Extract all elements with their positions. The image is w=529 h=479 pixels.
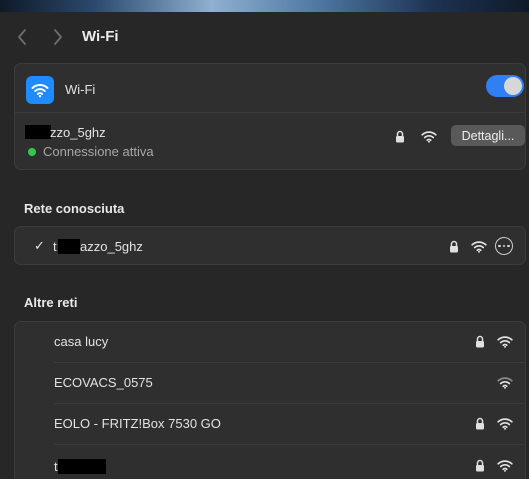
forward-button[interactable] — [48, 26, 68, 48]
redacted-known-network — [58, 239, 80, 254]
desktop-wallpaper — [0, 0, 529, 12]
wifi-signal-icon — [495, 415, 515, 431]
wifi-app-icon — [26, 76, 54, 104]
network-name[interactable]: casa lucy — [54, 334, 108, 349]
more-options-icon[interactable] — [495, 237, 513, 255]
known-network-name[interactable]: azzo_5ghz — [80, 239, 143, 254]
lock-icon — [393, 128, 407, 144]
titlebar: Wi-Fi — [0, 12, 529, 62]
connection-status: Connessione attiva — [43, 144, 154, 159]
known-network-prefix: t — [53, 239, 57, 254]
wifi-signal-icon — [469, 238, 489, 254]
details-button[interactable]: Dettagli... — [451, 125, 525, 146]
chevron-right-icon — [54, 29, 62, 45]
redacted-network-name — [58, 459, 106, 474]
back-button[interactable] — [12, 26, 32, 48]
wifi-signal-icon — [495, 333, 515, 349]
current-network-name: zzo_5ghz — [50, 125, 106, 140]
wifi-signal-icon — [495, 457, 515, 473]
row-divider — [54, 444, 525, 445]
page-title: Wi-Fi — [82, 28, 119, 45]
lock-icon — [473, 415, 487, 431]
lock-icon — [447, 238, 461, 254]
wifi-signal-icon — [419, 128, 439, 144]
redacted-network-prefix — [25, 125, 51, 139]
other-networks-heading: Altre reti — [24, 295, 78, 310]
known-networks-heading: Rete conosciuta — [24, 201, 125, 216]
lock-icon — [473, 333, 487, 349]
card-divider — [15, 112, 525, 113]
row-divider — [54, 403, 525, 404]
known-networks-card: ✓ t azzo_5ghz — [14, 226, 526, 265]
status-dot — [28, 148, 36, 156]
other-networks-card: casa lucy ECOVACS_0575 EOLO - FRITZ!Box … — [14, 321, 526, 479]
toggle-knob — [504, 77, 522, 95]
wifi-signal-icon — [495, 374, 515, 390]
lock-icon — [473, 457, 487, 473]
chevron-left-icon — [18, 29, 26, 45]
wifi-main-card: Wi-Fi zzo_5ghz Connessione attiva Dettag… — [14, 63, 526, 170]
wifi-settings-window: Wi-Fi Wi-Fi zzo_5ghz Connessione attiva … — [0, 12, 529, 479]
network-name[interactable]: ECOVACS_0575 — [54, 375, 153, 390]
wifi-icon — [31, 84, 49, 98]
checkmark-icon: ✓ — [34, 238, 45, 253]
row-divider — [54, 362, 525, 363]
wifi-toggle[interactable] — [486, 75, 524, 97]
network-name[interactable]: EOLO - FRITZ!Box 7530 GO — [54, 416, 221, 431]
wifi-toggle-label: Wi-Fi — [65, 82, 96, 97]
